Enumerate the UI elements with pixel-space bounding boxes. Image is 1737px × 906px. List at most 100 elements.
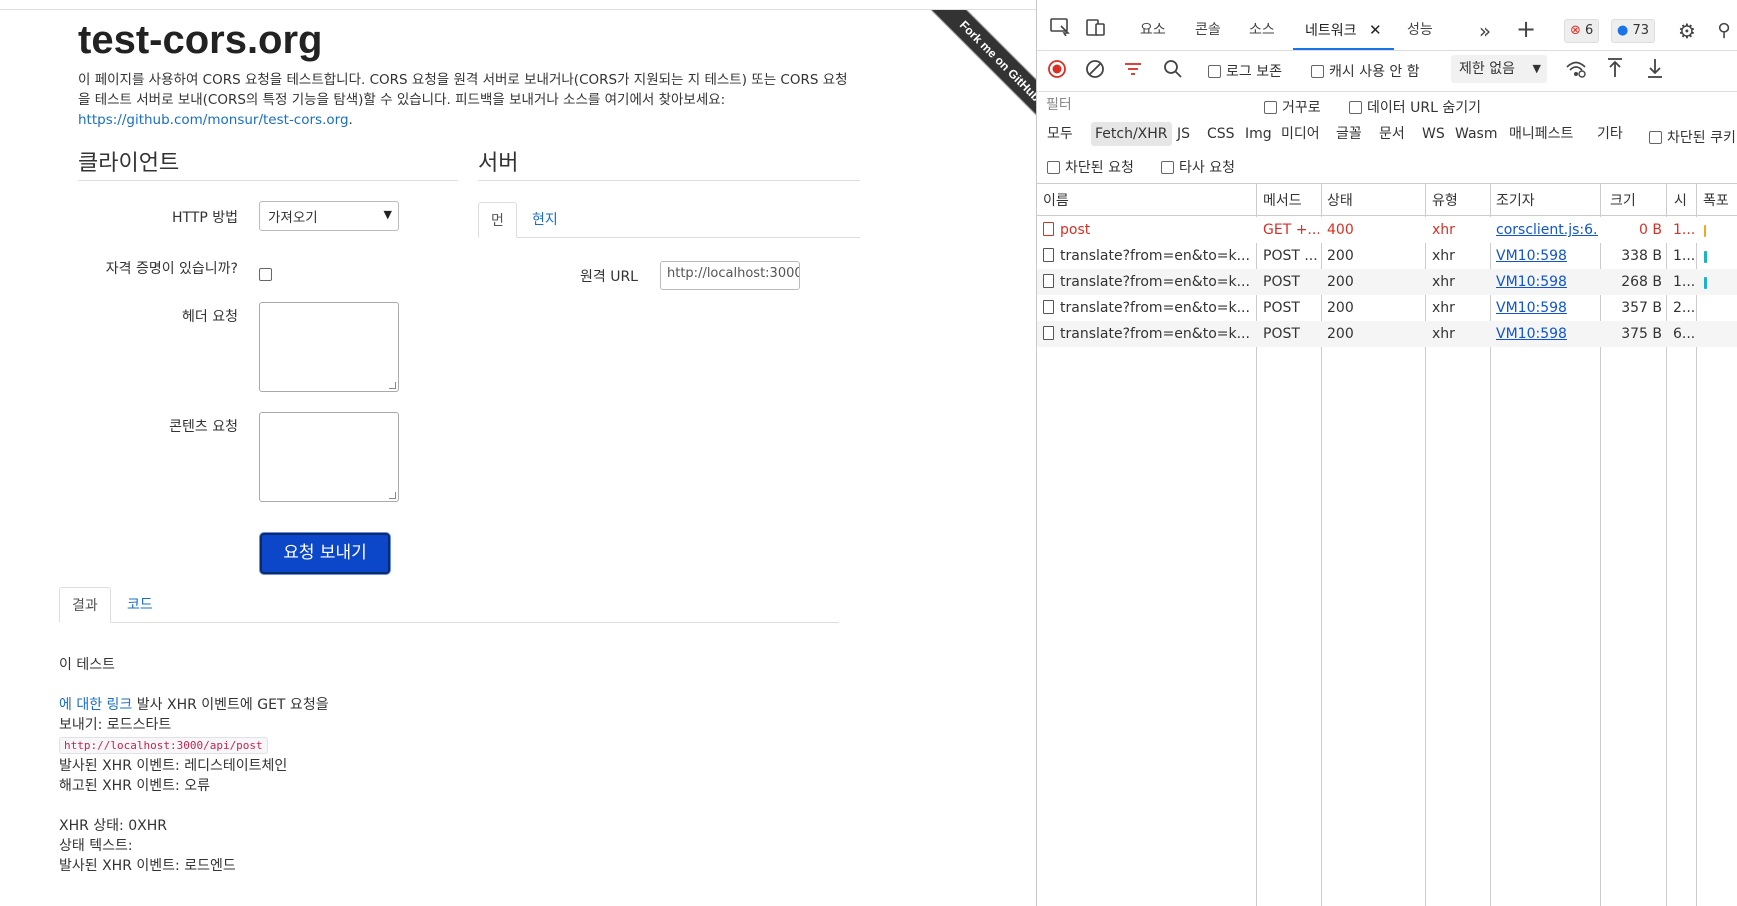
- hide-data-urls-option[interactable]: 데이터 URL 숨기기: [1349, 97, 1481, 117]
- file-icon: [1043, 248, 1054, 262]
- github-ribbon[interactable]: Fork me on GitHub: [900, 10, 1036, 150]
- client-divider: [78, 180, 458, 181]
- column-type[interactable]: 유형: [1432, 190, 1458, 210]
- type-css[interactable]: CSS: [1203, 122, 1239, 146]
- tab-local[interactable]: 현지: [520, 202, 570, 238]
- record-icon[interactable]: [1047, 59, 1067, 83]
- table-row[interactable]: translate?from=en&to=k... POST ... 200 x…: [1037, 243, 1737, 269]
- type-media[interactable]: 미디어: [1277, 122, 1324, 146]
- customize-icon[interactable]: ⚲: [1709, 16, 1737, 46]
- type-ws[interactable]: WS: [1418, 122, 1449, 146]
- intro-text: 이 페이지를 사용하여 CORS 요청을 테스트합니다. CORS 요청을 원격…: [78, 72, 848, 128]
- message-icon: ●: [1617, 23, 1629, 38]
- type-img[interactable]: Img: [1241, 122, 1276, 146]
- table-row[interactable]: translate?from=en&to=k... POST 200 xhr V…: [1037, 321, 1737, 347]
- type-other[interactable]: 기타: [1593, 122, 1627, 146]
- preserve-log-checkbox[interactable]: [1208, 65, 1221, 78]
- invert-option[interactable]: 거꾸로: [1264, 97, 1321, 117]
- network-conditions-icon[interactable]: [1565, 59, 1587, 84]
- server-divider: [478, 180, 860, 181]
- tab-console[interactable]: 콘솔: [1195, 0, 1221, 50]
- content-label: 콘텐츠 요청: [169, 419, 238, 435]
- send-request-button[interactable]: 요청 보내기: [260, 533, 390, 574]
- table-row[interactable]: translate?from=en&to=k... POST 200 xhr V…: [1037, 295, 1737, 321]
- client-title: 클라이언트: [78, 151, 180, 176]
- search-icon[interactable]: [1163, 59, 1183, 83]
- initiator-link[interactable]: VM10:598: [1496, 243, 1598, 269]
- blocked-requests-option[interactable]: 차단된 요청: [1047, 157, 1134, 177]
- column-method[interactable]: 메서드: [1263, 190, 1302, 210]
- blocked-requests-checkbox[interactable]: [1047, 161, 1060, 174]
- third-party-option[interactable]: 타사 요청: [1161, 157, 1235, 177]
- headers-textarea[interactable]: [259, 302, 399, 392]
- close-icon[interactable]: ✕: [1369, 21, 1382, 39]
- tab-sources[interactable]: 소스: [1249, 0, 1275, 50]
- type-all[interactable]: 모두: [1043, 122, 1077, 146]
- http-method-label: HTTP 방법: [171, 210, 238, 226]
- type-doc[interactable]: 문서: [1375, 122, 1409, 146]
- remote-url-input[interactable]: http://localhost:3000/: [660, 261, 800, 290]
- remote-url-label: 원격 URL: [580, 269, 638, 285]
- error-badge[interactable]: ⊗ 6: [1564, 19, 1600, 43]
- network-toolbar: 로그 보존 캐시 사용 안 함 제한 없음 ▼: [1037, 51, 1737, 91]
- tab-remote[interactable]: 먼: [478, 202, 517, 238]
- devtools-tabbar: 요소 콘솔 소스 네트워크 ✕ 성능 » + ⊗ 6 ● 73 ⚙ ⚲: [1037, 0, 1737, 51]
- column-initiator[interactable]: 조기자: [1496, 190, 1535, 210]
- disable-cache-option[interactable]: 캐시 사용 안 함: [1311, 61, 1420, 81]
- file-icon: [1043, 300, 1054, 314]
- blocked-cookies-checkbox[interactable]: [1649, 131, 1662, 144]
- column-name[interactable]: 이름: [1043, 190, 1069, 210]
- preserve-log-option[interactable]: 로그 보존: [1208, 61, 1282, 81]
- disable-cache-checkbox[interactable]: [1311, 65, 1324, 78]
- inspect-element-icon[interactable]: [1045, 16, 1075, 46]
- table-row[interactable]: post GET +... 400 xhr corsclient.js:6...…: [1037, 217, 1737, 243]
- results-tabs-divider: [59, 622, 839, 623]
- tab-performance[interactable]: 성능: [1407, 0, 1433, 50]
- initiator-link[interactable]: VM10:598: [1496, 269, 1598, 295]
- gear-icon[interactable]: ⚙: [1672, 16, 1702, 46]
- tab-code[interactable]: 코드: [115, 587, 165, 623]
- initiator-link[interactable]: corsclient.js:6...: [1496, 217, 1598, 243]
- tab-network[interactable]: 네트워크 ✕: [1293, 0, 1394, 50]
- content-textarea[interactable]: [259, 412, 399, 502]
- http-method-select[interactable]: 가져오기 ▼: [259, 201, 399, 231]
- clear-icon[interactable]: [1085, 59, 1105, 83]
- filter-input[interactable]: 필터: [1041, 94, 1281, 116]
- credentials-checkbox[interactable]: [259, 268, 272, 281]
- results-link[interactable]: 에 대한 링크: [59, 697, 132, 713]
- github-link[interactable]: https://github.com/monsur/test-cors.org: [78, 112, 349, 128]
- type-manifest[interactable]: 매니페스트: [1505, 122, 1577, 146]
- import-har-icon[interactable]: [1605, 57, 1625, 83]
- initiator-link[interactable]: VM10:598: [1496, 321, 1598, 347]
- file-icon: [1043, 222, 1054, 236]
- server-title: 서버: [478, 151, 519, 176]
- more-tabs-icon[interactable]: »: [1470, 16, 1500, 46]
- devtools-panel: 요소 콘솔 소스 네트워크 ✕ 성능 » + ⊗ 6 ● 73 ⚙ ⚲ 로그 보…: [1036, 0, 1737, 906]
- filter-icon[interactable]: [1123, 59, 1143, 83]
- blocked-cookies-option[interactable]: 차단된 쿠키: [1649, 127, 1736, 147]
- github-ribbon-label[interactable]: Fork me on GitHub: [913, 10, 1036, 148]
- column-time[interactable]: 시: [1674, 190, 1687, 210]
- device-toggle-icon[interactable]: [1081, 16, 1111, 46]
- waterfall-bar: [1704, 277, 1707, 289]
- type-wasm[interactable]: Wasm: [1451, 122, 1501, 146]
- add-tab-icon[interactable]: +: [1511, 14, 1541, 44]
- type-font[interactable]: 글꼴: [1332, 122, 1366, 146]
- column-waterfall[interactable]: 폭포: [1703, 190, 1729, 210]
- message-badge[interactable]: ● 73: [1611, 19, 1656, 43]
- table-row[interactable]: translate?from=en&to=k... POST 200 xhr V…: [1037, 269, 1737, 295]
- column-status[interactable]: 상태: [1327, 190, 1353, 210]
- export-har-icon[interactable]: [1645, 57, 1665, 83]
- initiator-link[interactable]: VM10:598: [1496, 295, 1598, 321]
- type-fetch-xhr[interactable]: Fetch/XHR: [1091, 122, 1172, 146]
- tab-results[interactable]: 결과: [59, 587, 111, 623]
- headers-label: 헤더 요청: [182, 309, 238, 325]
- invert-checkbox[interactable]: [1264, 101, 1277, 114]
- third-party-checkbox[interactable]: [1161, 161, 1174, 174]
- throttle-select[interactable]: 제한 없음 ▼: [1451, 55, 1547, 83]
- chevron-down-icon: ▼: [383, 208, 392, 221]
- column-size[interactable]: 크기: [1610, 190, 1636, 210]
- hide-data-urls-checkbox[interactable]: [1349, 101, 1362, 114]
- type-js[interactable]: JS: [1173, 122, 1194, 146]
- tab-elements[interactable]: 요소: [1140, 0, 1166, 50]
